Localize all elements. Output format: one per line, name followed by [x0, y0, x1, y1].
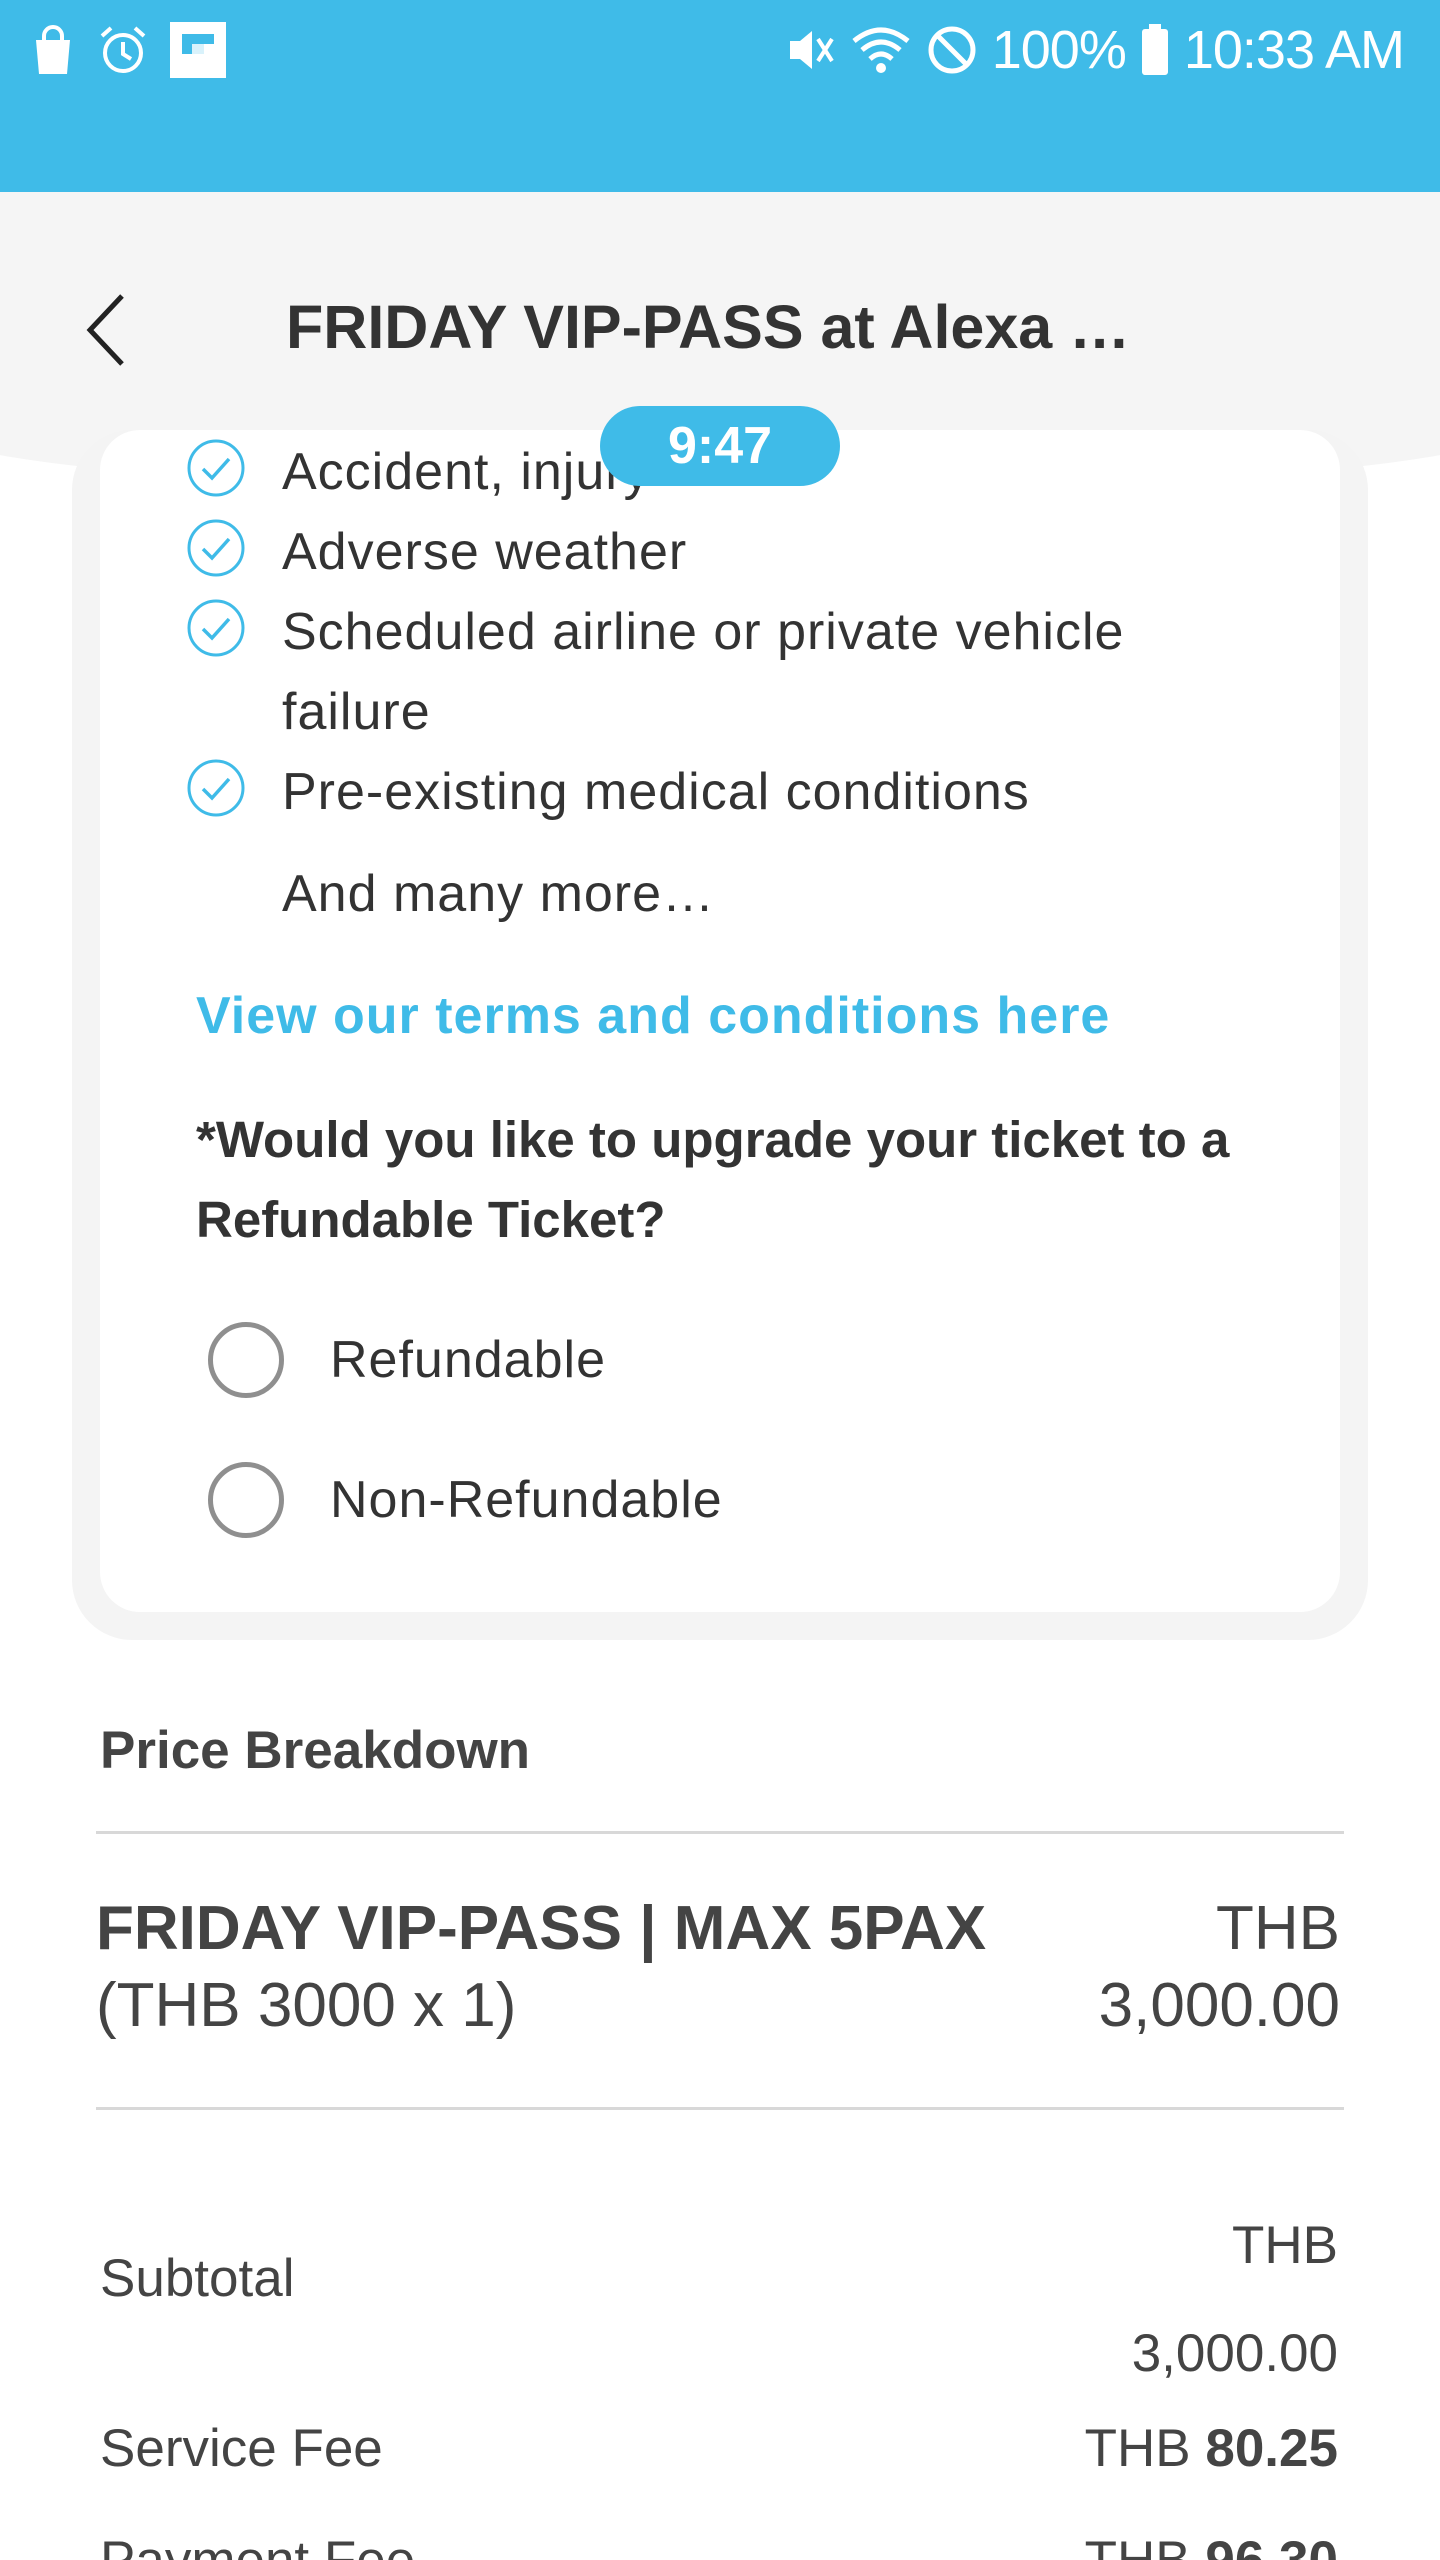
refund-protection-card: Accident, injury Adverse weather Schedul…	[100, 430, 1340, 1612]
chevron-left-icon	[84, 292, 128, 373]
payment-fee-currency: THB	[1085, 2531, 1191, 2560]
line-item-amount: 3,000.00	[1098, 1971, 1340, 2040]
line-item-quantity: (THB 3000 x 1)	[96, 1971, 517, 2040]
radio-button[interactable]	[208, 1462, 284, 1538]
status-right: 100% 10:33 AM	[784, 18, 1405, 82]
subtotal-value: THB 3,000.00	[1132, 2192, 1338, 2408]
line-item-name: FRIDAY VIP-PASS | MAX 5PAX (THB 3000 x 1…	[96, 1890, 996, 2044]
option-label: Refundable	[330, 1331, 606, 1389]
coverage-item: Pre-existing medical conditions	[186, 748, 1286, 828]
countdown-timer: 9:47	[600, 406, 840, 486]
coverage-item: Scheduled airline or private vehicle fai…	[186, 588, 1286, 748]
coverage-item: Adverse weather	[186, 508, 1286, 588]
service-fee-currency: THB	[1084, 2419, 1191, 2478]
check-circle-icon	[186, 438, 246, 498]
divider	[96, 2107, 1344, 2110]
back-button[interactable]	[76, 292, 136, 372]
option-label: Non-Refundable	[330, 1471, 723, 1529]
page-title: FRIDAY VIP-PASS at Alexa …	[286, 293, 1131, 361]
subtotal-label: Subtotal	[100, 2249, 295, 2308]
line-item-price: THB 3,000.00	[1099, 1890, 1340, 2044]
divider	[96, 1831, 1344, 1834]
do-not-disturb-icon	[926, 24, 978, 76]
price-breakdown-title: Price Breakdown	[100, 1721, 531, 1780]
status-bar: 100% 10:33 AM	[0, 0, 1440, 192]
check-circle-icon	[186, 598, 246, 658]
radio-button[interactable]	[208, 1322, 284, 1398]
subtotal-currency: THB	[1232, 2216, 1338, 2275]
coverage-item-label: Accident, injury	[282, 443, 651, 501]
payment-fee-value: THB 96.30	[1085, 2530, 1338, 2560]
line-item-title: FRIDAY VIP-PASS | MAX 5PAX	[96, 1894, 987, 1963]
terms-link[interactable]: View our terms and conditions here	[196, 986, 1110, 1046]
non-refundable-option[interactable]: Non-Refundable	[208, 1460, 723, 1540]
clock: 10:33 AM	[1183, 20, 1405, 80]
payment-fee-label: Payment Fee	[100, 2530, 415, 2560]
more-coverage-text: And many more…	[282, 865, 716, 923]
service-fee-label: Service Fee	[100, 2419, 383, 2478]
payment-fee-amount: 96.30	[1205, 2531, 1338, 2560]
coverage-item-label: Pre-existing medical conditions	[282, 763, 1030, 821]
refundable-option[interactable]: Refundable	[208, 1320, 606, 1400]
alarm-icon	[98, 24, 148, 76]
upgrade-question: *Would you like to upgrade your ticket t…	[196, 1111, 1230, 1248]
check-circle-icon	[186, 518, 246, 578]
coverage-list: Accident, injury Adverse weather Schedul…	[186, 430, 1286, 828]
check-circle-icon	[186, 758, 246, 818]
mute-icon	[784, 25, 836, 75]
subtotal-amount: 3,000.00	[1131, 2324, 1338, 2383]
line-item-currency: THB	[1216, 1894, 1340, 1963]
service-fee-amount: 80.25	[1205, 2419, 1338, 2478]
service-fee-value: THB 80.25	[1085, 2418, 1338, 2479]
battery-percent: 100%	[991, 20, 1127, 80]
status-left-icons	[30, 18, 226, 82]
coverage-item-label: Adverse weather	[282, 523, 688, 581]
flipboard-icon	[170, 22, 226, 78]
wifi-icon	[850, 25, 912, 75]
coverage-item-label: Scheduled airline or private vehicle fai…	[282, 603, 1125, 741]
battery-icon	[1140, 24, 1170, 76]
shopping-bag-icon	[30, 24, 76, 76]
